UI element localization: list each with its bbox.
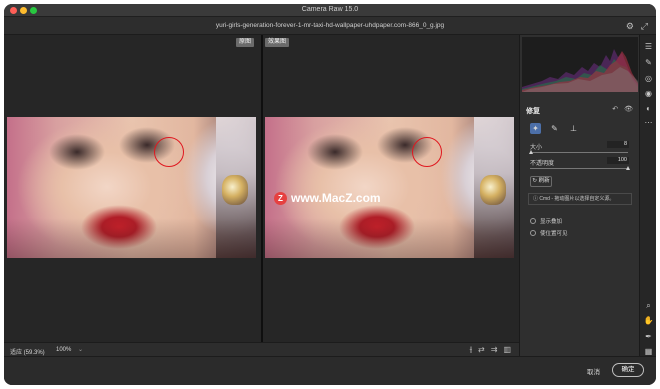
visualize-option[interactable]: 使位置可见	[530, 229, 568, 237]
overlay-label: 显示叠加	[540, 219, 563, 225]
split-divider[interactable]	[261, 35, 263, 342]
stamp-icon[interactable]: ⊥	[568, 123, 579, 134]
after-label: 效果图	[265, 38, 290, 47]
edit-sliders-icon[interactable]: ☰	[643, 41, 654, 52]
heal-tool-row: ✦ ✎ ⊥	[530, 123, 579, 134]
size-slider-knob[interactable]	[529, 150, 534, 154]
refresh-icon: ↻	[532, 178, 538, 184]
preview-canvas: 原图 效果图 Z www.MacZ.com	[4, 35, 519, 342]
copy-icon[interactable]: ⇉	[491, 345, 498, 355]
eye-icon[interactable]: 👁	[624, 105, 633, 113]
panel-title: 修复	[526, 108, 540, 115]
zoom-100-button[interactable]: 100%	[56, 347, 71, 353]
file-name: yuri-girls-generation-forever-1-mr-taxi-…	[215, 22, 445, 29]
file-bar: yuri-girls-generation-forever-1-mr-taxi-…	[4, 17, 656, 35]
undo-icon[interactable]: ↶	[612, 105, 618, 113]
brush-icon[interactable]: ✎	[549, 123, 560, 134]
presets-icon[interactable]: ◐	[643, 103, 654, 114]
title-bar: Camera Raw 15.0	[4, 4, 656, 17]
gear-icon[interactable]: ⚙	[626, 21, 634, 32]
hand-icon[interactable]: ✋	[643, 315, 654, 326]
swap-icon[interactable]: ⇄	[478, 345, 485, 355]
window-title: Camera Raw 15.0	[301, 6, 359, 13]
dialog-footer: 取消 确定	[4, 356, 656, 385]
histogram-graph	[522, 49, 638, 92]
tool-strip: ☰ ✎ ◎ ◉ ◐ ⋯ ⌕ ✋ ✒ ▦	[639, 35, 656, 356]
zoom-bar: 适应 (59.3%) 100% ⌄ ⫲ ⇄ ⇉ ▥	[4, 342, 519, 358]
opacity-value[interactable]: 100	[607, 157, 629, 164]
camera-raw-window: Camera Raw 15.0 yuri-girls-generation-fo…	[4, 4, 656, 385]
healed-marker-circle	[412, 137, 442, 167]
opacity-slider-knob[interactable]	[625, 166, 630, 170]
visualize-checkbox[interactable]	[530, 230, 536, 236]
watermark-text: www.MacZ.com	[291, 191, 381, 205]
redeye-icon[interactable]: ◉	[643, 88, 654, 99]
info-text: Cmd - 拖动图片以选择自定义源。	[539, 196, 615, 202]
refresh-label: 刷新	[538, 178, 550, 184]
sampler-icon[interactable]: ✒	[643, 331, 654, 342]
info-icon: ⓘ	[533, 196, 539, 202]
fullscreen-icon[interactable]: ⤢	[641, 21, 648, 32]
layout-icon[interactable]: ▥	[503, 345, 511, 355]
info-box: ⓘ Cmd - 拖动图片以选择自定义源。	[528, 193, 632, 205]
size-slider-track[interactable]	[530, 152, 628, 153]
hair-ornament	[480, 175, 506, 205]
overlay-option[interactable]: 显示叠加	[530, 217, 562, 225]
opacity-slider-track[interactable]	[530, 168, 628, 169]
grid-icon[interactable]: ▦	[643, 346, 654, 357]
before-image[interactable]	[7, 117, 256, 258]
shadow-region	[265, 218, 514, 258]
spot-heal-icon[interactable]: ✦	[530, 123, 541, 134]
zoom-dropdown-icon[interactable]: ⌄	[78, 346, 83, 353]
view-tools: ⫲ ⇄ ⇉ ▥	[469, 345, 511, 355]
panel-controls: ↶ 👁	[612, 105, 633, 113]
ok-button[interactable]: 确定	[612, 363, 644, 377]
after-image[interactable]	[265, 117, 514, 258]
opacity-label: 不透明度	[530, 161, 555, 167]
mask-icon[interactable]: ◎	[643, 73, 654, 84]
zoom-icon[interactable]: ⌕	[643, 300, 654, 311]
watermark: Z www.MacZ.com	[274, 191, 381, 205]
histogram	[522, 37, 638, 92]
heal-brush-icon[interactable]: ✎	[643, 57, 654, 68]
right-panel: 修复 ↶ 👁 ✦ ✎ ⊥ 大小 8 不透明度 100 ↻ 刷新 ⓘ Cmd - …	[519, 35, 639, 356]
blemish-marker-circle	[154, 137, 184, 167]
hair-ornament	[222, 175, 248, 205]
more-icon[interactable]: ⋯	[643, 117, 654, 128]
shadow-region	[7, 218, 256, 258]
split-icon[interactable]: ⫲	[469, 345, 472, 355]
refresh-button[interactable]: ↻ 刷新	[530, 176, 552, 187]
before-label: 原图	[236, 38, 255, 47]
size-value[interactable]: 8	[607, 141, 629, 148]
watermark-logo: Z	[274, 191, 287, 205]
overlay-checkbox[interactable]	[530, 218, 536, 224]
visualize-label: 使位置可见	[540, 231, 568, 237]
cancel-button[interactable]: 取消	[587, 366, 600, 376]
